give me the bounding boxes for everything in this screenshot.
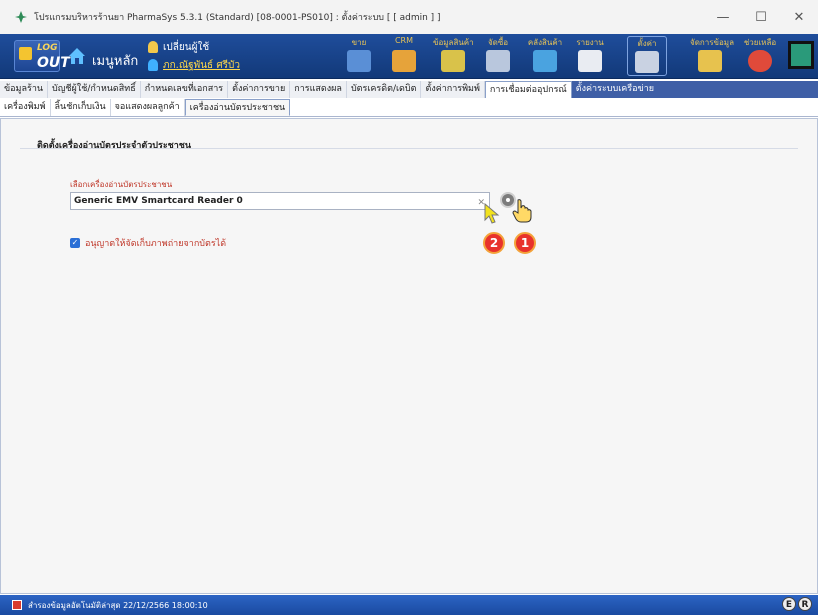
purchase-label: จัดซื้อ bbox=[487, 38, 509, 47]
inventory-button[interactable]: คลังสินค้า bbox=[525, 36, 565, 76]
close-button[interactable]: ✕ bbox=[780, 0, 818, 34]
maximize-button[interactable]: ☐ bbox=[742, 0, 780, 34]
window-controls: — ☐ ✕ bbox=[704, 0, 818, 34]
home-menu-label: เมนูหลัก bbox=[92, 54, 139, 69]
tab-shop-info[interactable]: ข้อมูลร้าน bbox=[0, 81, 49, 98]
subtab-printer[interactable]: เครื่องพิมพ์ bbox=[0, 99, 51, 116]
settings-button[interactable]: ตั้งค่า bbox=[627, 36, 667, 76]
annotation-badge-1: 1 bbox=[514, 232, 536, 254]
tab-display[interactable]: การแสดงผล bbox=[290, 81, 347, 98]
crm-label: CRM bbox=[394, 36, 414, 45]
tab-device-connection[interactable]: การเชื่อมต่ออุปกรณ์ bbox=[484, 81, 572, 98]
user-icon bbox=[148, 41, 158, 53]
subtab-customer-display[interactable]: จอแสดงผลลูกค้า bbox=[111, 99, 185, 116]
data-management-button[interactable]: จัดการข้อมูล bbox=[690, 36, 734, 76]
title-bar: โปรแกรมบริหารร้านยา PharmaSys 5.3.1 (Sta… bbox=[0, 0, 818, 34]
product-data-button[interactable]: ข้อมูลสินค้า bbox=[433, 36, 474, 76]
crm-button[interactable]: CRM bbox=[384, 36, 424, 76]
device-subtabs: เครื่องพิมพ์ ลิ้นชักเก็บเงิน จอแสดงผลลูก… bbox=[0, 99, 818, 117]
database-icon bbox=[698, 50, 722, 72]
product-box-icon bbox=[441, 50, 465, 72]
help-label: ช่วยเหลือ bbox=[743, 38, 777, 47]
logout-button[interactable]: LOG OUT bbox=[14, 40, 70, 72]
purchase-button[interactable]: จัดซื้อ bbox=[478, 36, 518, 76]
reader-select-label: เลือกเครื่องอ่านบัตรประชาชน bbox=[70, 180, 173, 189]
allow-photo-label: อนุญาตให้จัดเก็บภาพถ่ายจากบัตรได้ bbox=[85, 239, 227, 249]
allow-photo-checkbox[interactable]: ✓ bbox=[70, 238, 80, 248]
subtab-id-card-reader[interactable]: เครื่องอ่านบัตรประชาชน bbox=[184, 99, 291, 116]
e-indicator-icon: E bbox=[782, 597, 796, 611]
help-button[interactable]: ช่วยเหลือ bbox=[740, 36, 780, 76]
app-icon bbox=[15, 11, 27, 23]
current-user-label: ภก.ณัฐพันธ์ ศรีบัว bbox=[163, 60, 241, 71]
product-data-label: ข้อมูลสินค้า bbox=[433, 38, 474, 47]
truck-icon bbox=[486, 50, 510, 72]
warehouse-icon bbox=[533, 50, 557, 72]
minimize-button[interactable]: — bbox=[704, 0, 742, 34]
tab-network-settings[interactable]: ตั้งค่าระบบเครือข่าย bbox=[571, 81, 659, 98]
lifebuoy-icon bbox=[748, 50, 772, 72]
switch-user-label: เปลี่ยนผู้ใช้ bbox=[163, 42, 210, 53]
logout-label-bottom: OUT bbox=[37, 55, 70, 71]
exit-icon[interactable] bbox=[788, 41, 814, 69]
logout-label-top: LOG bbox=[37, 43, 58, 53]
inventory-label: คลังสินค้า bbox=[527, 38, 563, 47]
cash-register-icon bbox=[347, 50, 371, 72]
status-indicators: E R bbox=[780, 597, 812, 611]
sale-label: ขาย bbox=[351, 38, 367, 47]
report-icon bbox=[578, 50, 602, 72]
allow-photo-checkbox-row[interactable]: ✓ อนุญาตให้จัดเก็บภาพถ่ายจากบัตรได้ bbox=[70, 236, 226, 250]
reader-select-value: Generic EMV Smartcard Reader 0 bbox=[74, 196, 243, 206]
home-menu-button[interactable]: เมนูหลัก bbox=[66, 40, 138, 71]
report-label: รายงาน bbox=[576, 38, 604, 47]
current-user-link[interactable]: ภก.ณัฐพันธ์ ศรีบัว bbox=[148, 58, 240, 73]
annotation-badge-2: 2 bbox=[483, 232, 505, 254]
tab-credit-debit[interactable]: บัตรเครดิต/เดบิต bbox=[347, 81, 422, 98]
reader-select[interactable]: Generic EMV Smartcard Reader 0 ✕ bbox=[70, 192, 490, 210]
user-profile-icon bbox=[148, 59, 158, 71]
section-divider bbox=[20, 148, 798, 149]
database-status-icon bbox=[12, 600, 22, 610]
status-bar: สำรองข้อมูลอัตโนมัติล่าสุด 22/12/2566 18… bbox=[0, 595, 818, 615]
window-title: โปรแกรมบริหารร้านยา PharmaSys 5.3.1 (Sta… bbox=[34, 13, 441, 23]
sale-button[interactable]: ขาย bbox=[339, 36, 379, 76]
logout-icon bbox=[19, 47, 32, 60]
subtab-cash-drawer[interactable]: ลิ้นชักเก็บเงิน bbox=[51, 99, 111, 116]
settings-tabs: ข้อมูลร้าน บัญชีผู้ใช้/กำหนดสิทธิ์ กำหนด… bbox=[0, 81, 818, 98]
people-icon bbox=[392, 50, 416, 72]
r-indicator-icon: R bbox=[798, 597, 812, 611]
switch-user-button[interactable]: เปลี่ยนผู้ใช้ bbox=[148, 40, 209, 55]
tab-users-permissions[interactable]: บัญชีผู้ใช้/กำหนดสิทธิ์ bbox=[48, 81, 141, 98]
tab-bar-filler bbox=[658, 81, 818, 98]
settings-label: ตั้งค่า bbox=[637, 39, 657, 48]
home-icon bbox=[69, 47, 85, 64]
tab-document-numbers[interactable]: กำหนดเลขที่เอกสาร bbox=[141, 81, 229, 98]
tab-print-settings[interactable]: ตั้งค่าการพิมพ์ bbox=[421, 81, 485, 98]
tab-sales-settings[interactable]: ตั้งค่าการขาย bbox=[228, 81, 291, 98]
tools-icon bbox=[635, 51, 659, 73]
hand-cursor-icon bbox=[512, 199, 532, 223]
cursor-pointer-icon bbox=[484, 203, 500, 224]
report-button[interactable]: รายงาน bbox=[570, 36, 610, 76]
data-management-label: จัดการข้อมูล bbox=[690, 38, 734, 47]
backup-status-text: สำรองข้อมูลอัตโนมัติล่าสุด 22/12/2566 18… bbox=[28, 600, 208, 610]
section-title: ติดตั้งเครื่องอ่านบัตรประจำตัวประชาชน bbox=[37, 141, 192, 151]
